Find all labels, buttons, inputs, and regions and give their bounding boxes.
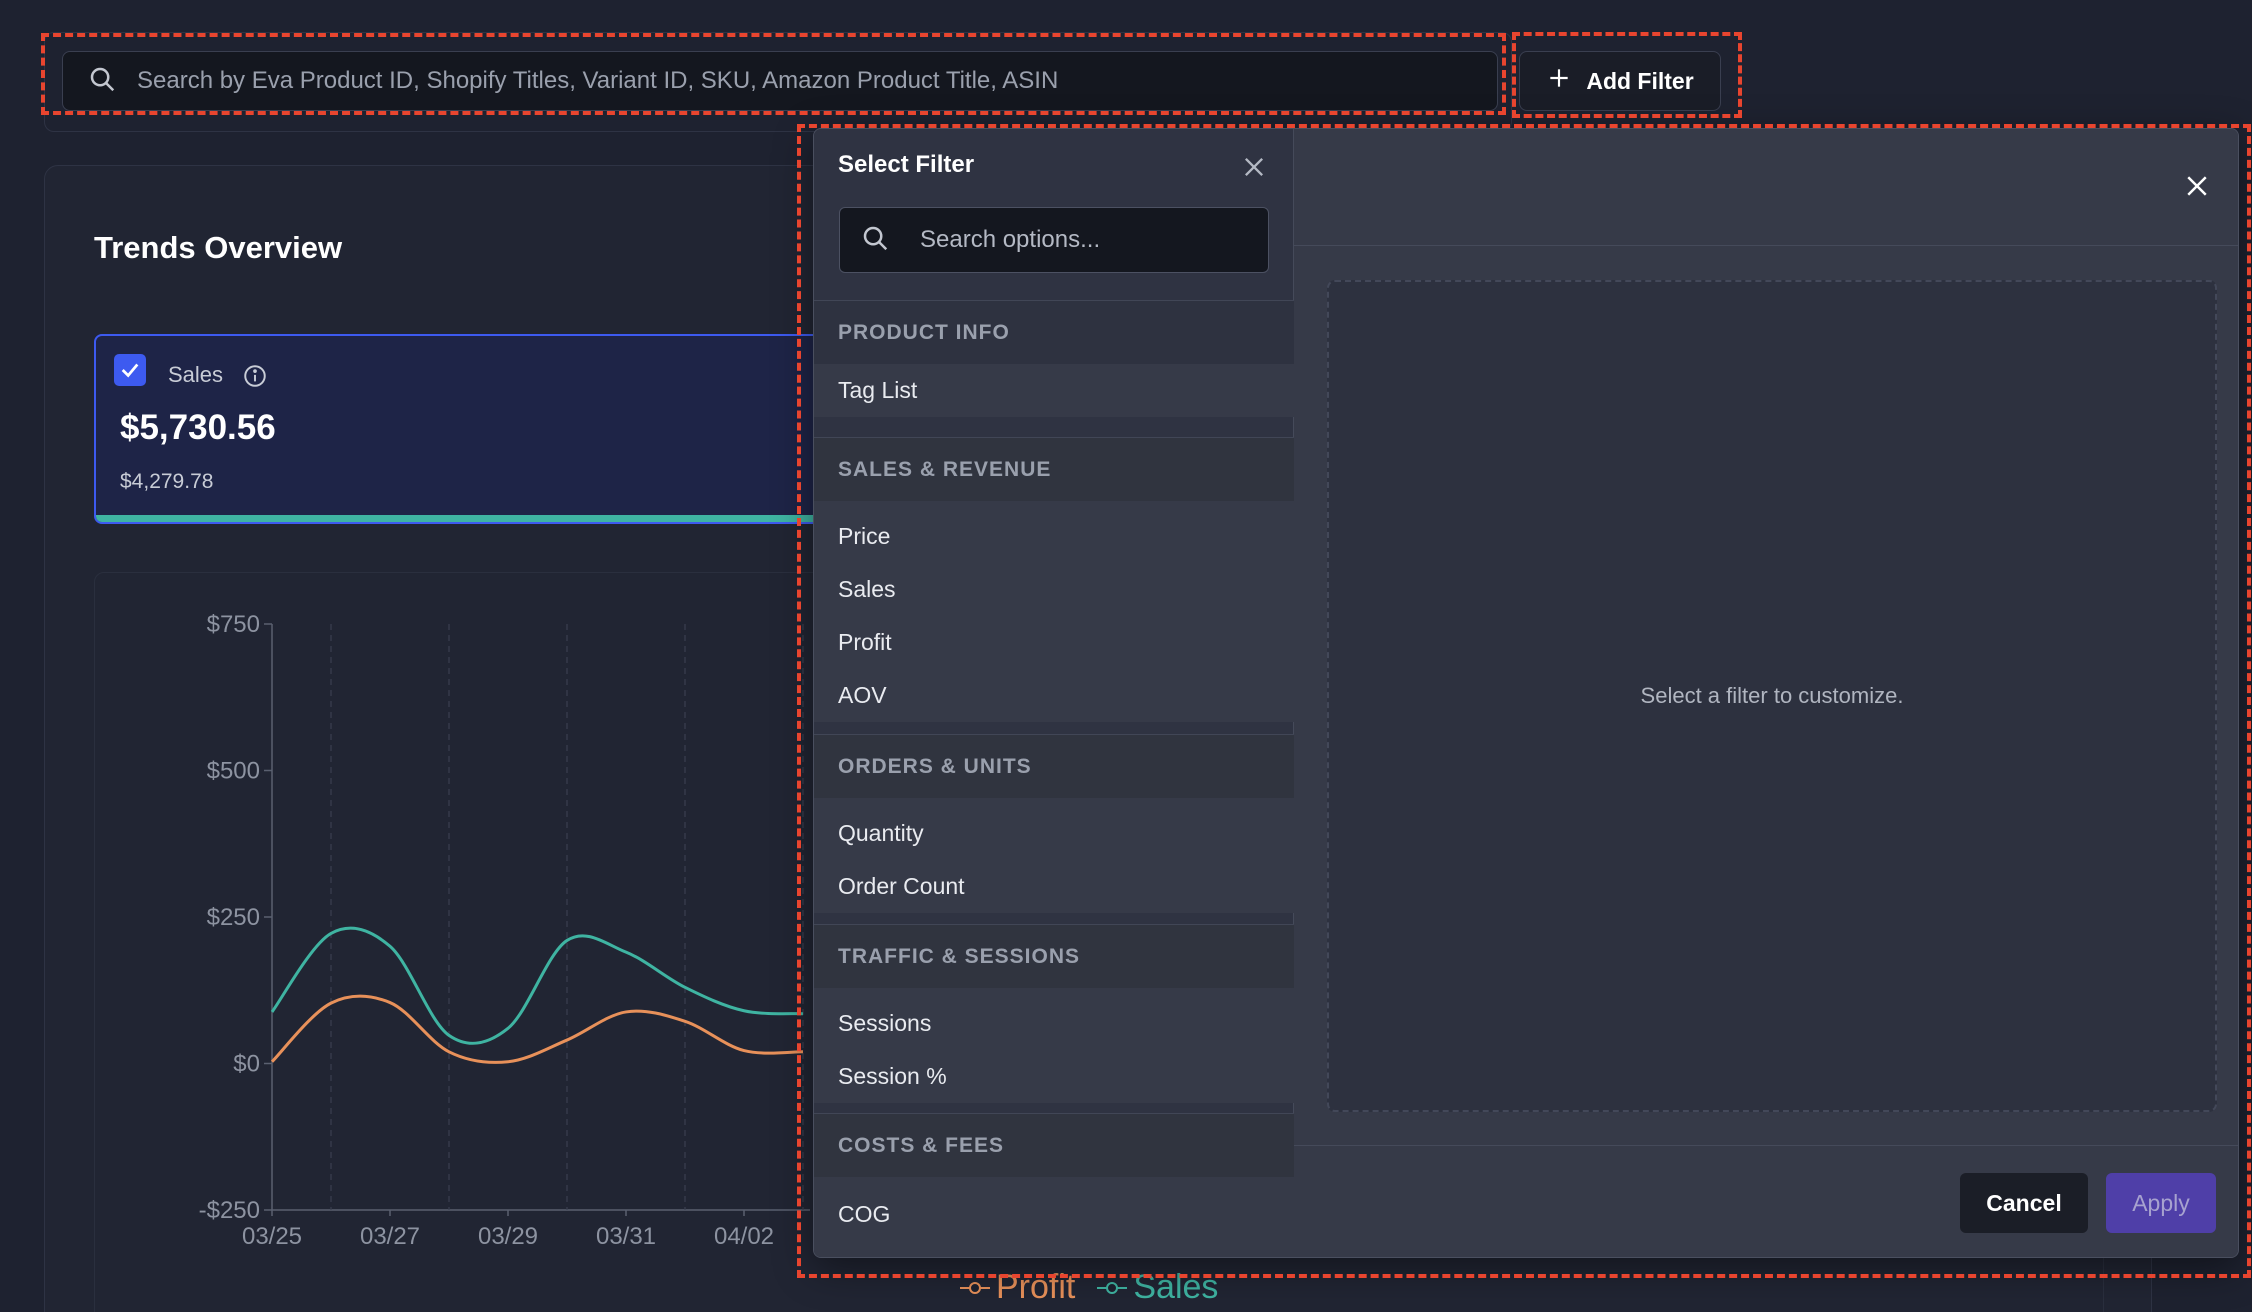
trends-chart: $750 $500 $250 $0 -$25003/25 03/27 03/29 03/31 0… <box>199 611 810 1250</box>
filter-modal: Select Filter PRODUCT INFO Tag List SALE… <box>813 128 2239 1258</box>
group-header-traffic-sessions: TRAFFIC & SESSIONS <box>814 924 1294 988</box>
metric-card-sales[interactable]: Sales $5,730.56 $4,279.78 <box>94 334 854 524</box>
options-search-box[interactable] <box>839 207 1269 273</box>
sales-legend-icon <box>1097 1281 1128 1294</box>
filter-option-cog[interactable]: COG <box>814 1188 1294 1241</box>
profit-legend-icon <box>960 1281 990 1294</box>
metric-accent-bar <box>96 515 852 522</box>
close-icon[interactable] <box>1240 153 1268 181</box>
filter-empty-state: Select a filter to customize. <box>1327 280 2217 1112</box>
group-items-traffic-sessions: Sessions Session % <box>814 988 1294 1103</box>
group-items-product-info: Tag List <box>814 364 1294 417</box>
y-tick-label: $250 <box>207 904 260 931</box>
chart-legend: Profit Sales <box>960 1268 1218 1307</box>
group-header-product-info: PRODUCT INFO <box>814 300 1294 364</box>
search-box[interactable] <box>62 51 1498 111</box>
group-items-costs-fees: COG <box>814 1177 1294 1257</box>
x-tick-label: 03/27 <box>360 1223 420 1250</box>
group-header-orders-units: ORDERS & UNITS <box>814 734 1294 798</box>
x-tick-label: 03/25 <box>242 1223 302 1250</box>
empty-state-message: Select a filter to customize. <box>1640 683 1904 708</box>
filter-option-aov[interactable]: AOV <box>814 669 1294 722</box>
filter-detail-pane: Select a filter to customize. Cancel App… <box>1294 129 2238 1257</box>
metric-value: $5,730.56 <box>120 408 276 447</box>
group-items-orders-units: Quantity Order Count <box>814 798 1294 913</box>
metric-name: Sales <box>168 362 224 387</box>
filter-detail-header <box>1294 129 2238 246</box>
x-tick-label: 03/29 <box>478 1223 538 1250</box>
legend-item-profit[interactable]: Profit <box>960 1268 1075 1307</box>
filter-option-profit[interactable]: Profit <box>814 616 1294 669</box>
search-icon <box>87 64 117 99</box>
x-tick-label: 03/31 <box>596 1223 656 1250</box>
filter-option-quantity[interactable]: Quantity <box>814 807 1294 860</box>
trends-title: Trends Overview <box>94 230 343 265</box>
y-tick-label: $500 <box>207 758 260 785</box>
filter-option-tag-list[interactable]: Tag List <box>814 364 1294 417</box>
filter-sidebar: Select Filter PRODUCT INFO Tag List SALE… <box>814 129 1294 1257</box>
apply-button[interactable]: Apply <box>2106 1173 2216 1233</box>
close-icon[interactable] <box>2182 171 2212 201</box>
metric-checkbox[interactable] <box>114 354 146 386</box>
plus-icon <box>1546 65 1572 97</box>
series-line-sales <box>270 926 804 1045</box>
series-line-profit <box>270 994 804 1064</box>
x-tick-label: 04/02 <box>714 1223 774 1250</box>
legend-label-sales: Sales <box>1133 1268 1219 1306</box>
options-search-input[interactable] <box>920 226 1268 254</box>
search-icon <box>860 223 890 258</box>
y-tick-label: $0 <box>233 1051 260 1078</box>
info-icon[interactable] <box>242 363 268 389</box>
legend-label-profit: Profit <box>996 1268 1076 1306</box>
add-filter-button[interactable]: Add Filter <box>1519 51 1721 111</box>
legend-item-sales[interactable]: Sales <box>1097 1268 1218 1307</box>
y-tick-label: -$250 <box>199 1197 260 1224</box>
y-tick-label: $750 <box>207 611 260 638</box>
filter-option-sales[interactable]: Sales <box>814 563 1294 616</box>
filter-modal-footer <box>1294 1145 2238 1257</box>
group-header-sales-revenue: SALES & REVENUE <box>814 437 1294 501</box>
group-items-sales-revenue: Price Sales Profit AOV <box>814 501 1294 722</box>
filter-option-price[interactable]: Price <box>814 510 1294 563</box>
add-filter-label: Add Filter <box>1586 67 1694 94</box>
checkmark-icon <box>121 363 139 378</box>
cancel-button[interactable]: Cancel <box>1960 1173 2088 1233</box>
filter-option-sessions[interactable]: Sessions <box>814 997 1294 1050</box>
search-input[interactable] <box>137 67 1497 95</box>
page: Add Filter Trends Overview Sales $5,730.… <box>0 0 2252 1312</box>
filter-option-session-percent[interactable]: Session % <box>814 1050 1294 1103</box>
filter-sidebar-title: Select Filter <box>838 151 975 178</box>
metric-previous-value: $4,279.78 <box>120 470 214 493</box>
group-header-costs-fees: COSTS & FEES <box>814 1113 1294 1177</box>
filter-option-order-count[interactable]: Order Count <box>814 860 1294 913</box>
